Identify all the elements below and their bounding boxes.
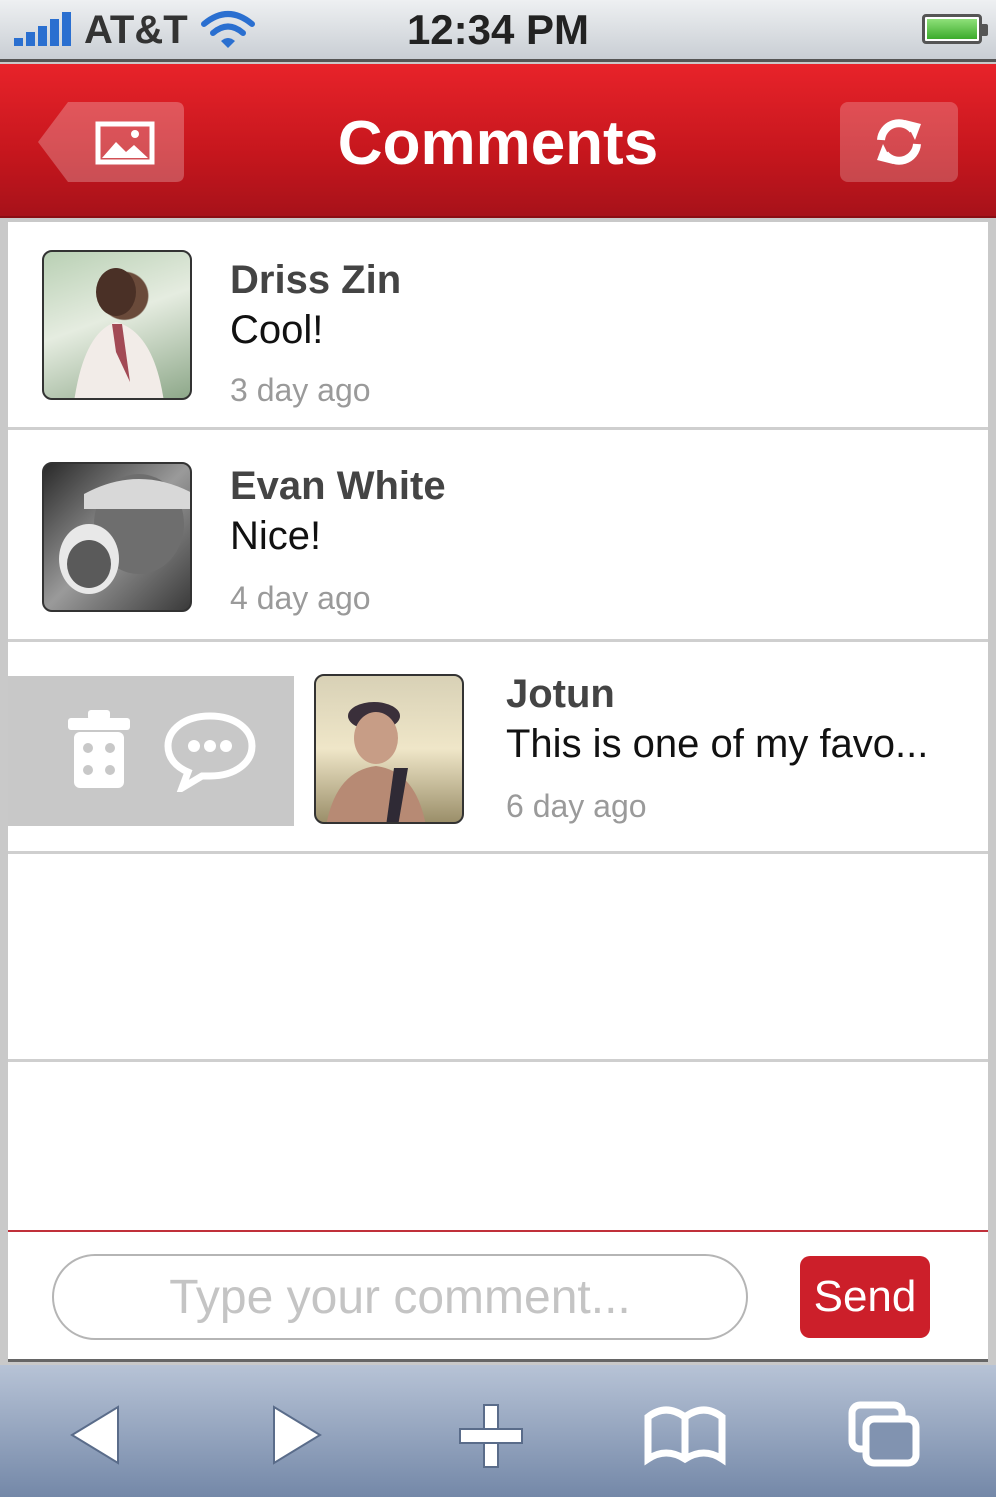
comment-time: 3 day ago	[230, 372, 371, 408]
send-button[interactable]: Send	[800, 1256, 930, 1338]
back-arrow-icon[interactable]	[52, 1395, 142, 1475]
comment-time: 6 day ago	[506, 788, 647, 824]
comment-input[interactable]	[52, 1254, 748, 1340]
add-icon[interactable]	[446, 1395, 536, 1475]
comment-composer: Send	[8, 1232, 988, 1362]
browser-toolbar	[0, 1365, 996, 1497]
battery-icon	[922, 14, 988, 44]
comment-time: 4 day ago	[230, 580, 371, 616]
commenter-name[interactable]: Driss Zin	[230, 258, 401, 303]
comment-row[interactable]: Driss Zin Cool! 3 day ago	[8, 222, 988, 430]
avatar	[42, 250, 192, 400]
clock: 12:34 PM	[406, 6, 590, 53]
comment-text: Nice!	[230, 514, 322, 558]
avatar	[42, 462, 192, 612]
commenter-name[interactable]: Evan White	[230, 464, 446, 509]
forward-arrow-icon[interactable]	[250, 1395, 340, 1475]
bookmarks-icon[interactable]	[640, 1395, 730, 1475]
avatar	[314, 674, 464, 824]
comment-text: Cool!	[230, 308, 324, 352]
tabs-icon[interactable]	[836, 1395, 926, 1475]
reply-bubble-icon[interactable]	[164, 712, 256, 792]
empty-row	[8, 854, 988, 1062]
refresh-button[interactable]	[840, 102, 958, 182]
empty-row	[8, 1062, 988, 1232]
comment-row[interactable]: Evan White Nice! 4 day ago	[8, 434, 988, 642]
status-bar: AT&T 12:34 PM	[0, 0, 996, 62]
comment-text: This is one of my favo...	[506, 722, 929, 766]
swipe-actions	[8, 676, 294, 826]
comment-row-swiped[interactable]: Jotun This is one of my favo... 6 day ag…	[8, 646, 988, 854]
trash-icon[interactable]	[64, 710, 134, 790]
nav-bar: Comments	[0, 64, 996, 218]
comment-list: Driss Zin Cool! 3 day ago Evan White Nic…	[8, 222, 988, 1232]
commenter-name[interactable]: Jotun	[506, 672, 615, 717]
refresh-icon	[877, 119, 921, 165]
